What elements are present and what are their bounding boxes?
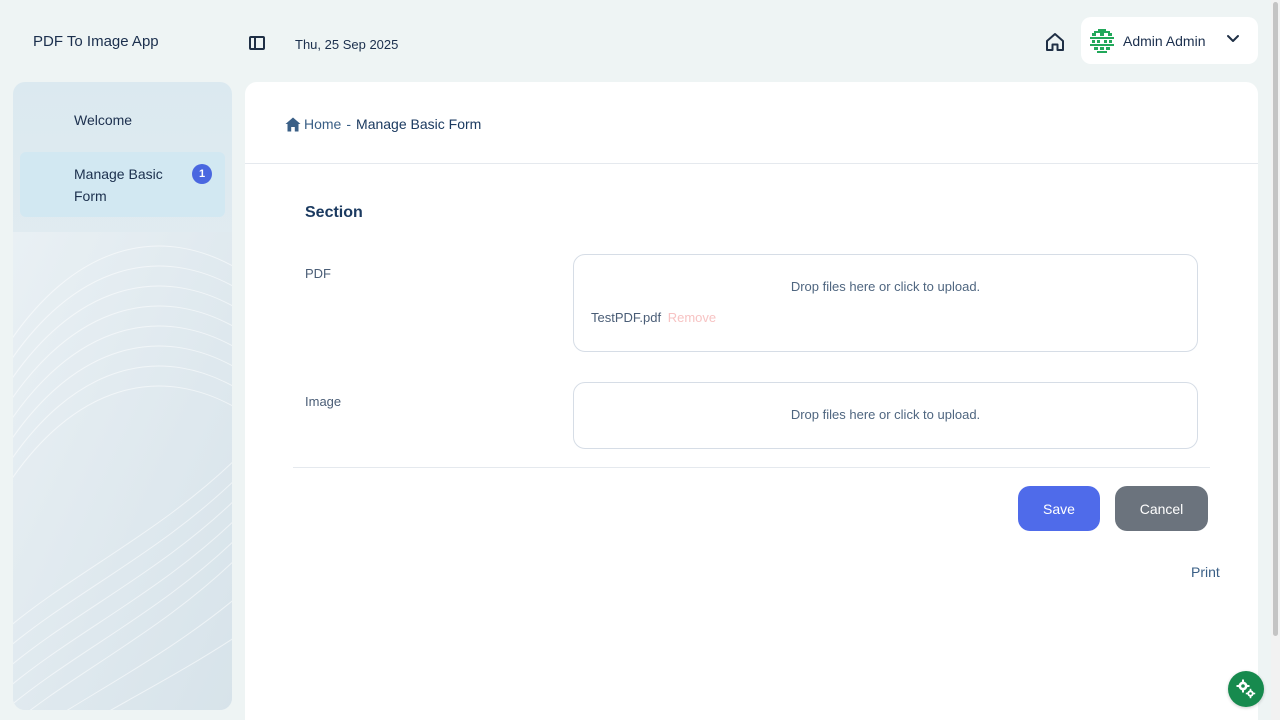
sidebar-item-label: Welcome (74, 112, 133, 128)
settings-fab-button[interactable] (1228, 671, 1264, 707)
cancel-button[interactable]: Cancel (1115, 486, 1208, 531)
scrollbar-thumb[interactable] (1273, 2, 1278, 636)
sidebar-background-waves (13, 232, 232, 710)
pdf-field-label: PDF (305, 266, 331, 281)
breadcrumb-separator: - (346, 116, 352, 132)
chevron-down-icon[interactable] (1226, 34, 1240, 44)
print-link[interactable]: Print (1191, 564, 1220, 580)
image-dropzone[interactable]: Drop files here or click to upload. (573, 382, 1198, 449)
section-title: Section (305, 204, 363, 221)
sidebar-toggle-icon[interactable] (249, 36, 265, 50)
breadcrumb: Home - Manage Basic Form (285, 116, 481, 132)
home-icon[interactable] (285, 117, 301, 132)
uploaded-file: TestPDF.pdf Remove (591, 310, 716, 325)
page-scrollbar[interactable] (1271, 0, 1280, 720)
count-badge: 1 (192, 164, 212, 184)
save-button[interactable]: Save (1018, 486, 1100, 531)
gears-icon (1236, 679, 1256, 699)
breadcrumb-home-link[interactable]: Home (304, 116, 341, 132)
avatar-icon (1089, 27, 1115, 54)
image-field-label: Image (305, 394, 342, 409)
header-divider (245, 163, 1258, 164)
sidebar-item-label: Manage Basic Form (74, 166, 163, 204)
sidebar-item-manage-basic-form[interactable]: Manage Basic Form 1 (20, 152, 225, 217)
dropzone-text: Drop files here or click to upload. (790, 407, 981, 422)
dropzone-text: Drop files here or click to upload. (790, 279, 981, 294)
user-name: Admin Admin (1123, 32, 1206, 49)
home-icon[interactable] (1044, 31, 1066, 53)
form-divider (293, 467, 1210, 468)
pdf-dropzone[interactable]: Drop files here or click to upload. Test… (573, 254, 1198, 352)
breadcrumb-current: Manage Basic Form (356, 116, 482, 132)
file-name: TestPDF.pdf (591, 310, 662, 325)
top-date: Thu, 25 Sep 2025 (295, 37, 399, 52)
sidebar-item-welcome[interactable]: Welcome (20, 109, 225, 131)
main-panel: Home - Manage Basic Form Section PDF Dro… (245, 82, 1258, 720)
sidebar: Welcome Manage Basic Form 1 (13, 82, 232, 710)
app-title: PDF To Image App (33, 33, 159, 50)
remove-file-link[interactable]: Remove (668, 310, 716, 325)
user-menu[interactable]: Admin Admin (1081, 17, 1258, 64)
